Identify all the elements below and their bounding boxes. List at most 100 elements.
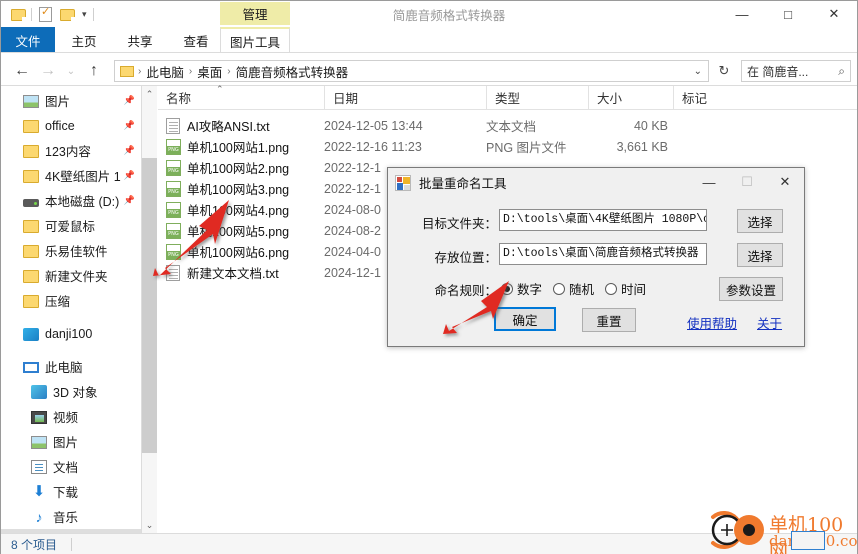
scrollbar-thumb[interactable] — [142, 158, 157, 453]
breadcrumb-item-2[interactable]: 简鹿音频格式转换器 — [233, 62, 352, 81]
column-header-tag[interactable]: 标记 — [673, 86, 768, 109]
tab-view[interactable]: 查看 — [173, 27, 219, 53]
file-date-cell: 2024-12-05 13:44 — [324, 118, 423, 133]
back-button[interactable]: ← — [9, 59, 35, 83]
nav-item-3[interactable]: 4K壁纸图片 1 📌 — [1, 163, 141, 188]
scroll-up-button[interactable]: ⌃ — [142, 86, 157, 103]
nav-item-8[interactable]: 压缩 — [1, 288, 141, 313]
sort-ascending-icon: ⌃ — [216, 84, 224, 94]
pin-icon[interactable]: 📌 — [124, 145, 135, 156]
folder-icon — [23, 220, 39, 233]
tab-home[interactable]: 主页 — [61, 27, 107, 53]
target-folder-input[interactable]: D:\tools\桌面\4K壁纸图片 1080P\out — [499, 209, 707, 231]
pin-icon[interactable]: 📌 — [124, 195, 135, 206]
ok-button[interactable]: 确定 — [494, 307, 556, 331]
column-header-name[interactable]: 名称 ⌃ — [158, 84, 324, 109]
png-file-icon — [166, 222, 181, 239]
reset-button[interactable]: 重置 — [582, 308, 636, 332]
dialog-minimize-button[interactable]: — — [690, 168, 728, 196]
tab-share[interactable]: 共享 — [117, 27, 163, 53]
file-name-label: 单机100网站6.png — [187, 246, 290, 260]
up-button[interactable]: ↑ — [81, 59, 107, 83]
breadcrumb-sep-1: › — [188, 65, 193, 77]
naming-rule-label: 命名规则： — [434, 284, 497, 298]
nav-item-7[interactable]: 新建文件夹 — [1, 263, 141, 288]
maximize-button[interactable]: □ — [765, 1, 811, 27]
dialog-body: 目标文件夹： D:\tools\桌面\4K壁纸图片 1080P\out 选择 存… — [389, 197, 803, 345]
png-file-icon — [166, 243, 181, 260]
contextual-tab-manage[interactable]: 管理 — [220, 2, 290, 25]
save-location-input[interactable]: D:\tools\桌面\简鹿音频格式转换器 — [499, 243, 707, 265]
column-header-type[interactable]: 类型 — [486, 86, 588, 109]
column-header-date[interactable]: 日期 — [324, 86, 486, 109]
forward-button[interactable]: → — [35, 59, 61, 83]
navigation-pane: 图片 📌 office 📌 123内容 📌 4K壁纸图片 1 📌 本地磁盘 (D:) 📌 可爱鼠标乐… — [1, 86, 141, 534]
radio-random[interactable]: 随机 — [553, 279, 594, 298]
file-type-cell: PNG 图片文件 — [486, 141, 567, 155]
save-location-browse-button[interactable]: 选择 — [737, 243, 783, 267]
address-bar: ← → ⌄ ↑ › 此电脑 › 桌面 › 简鹿音频格式转换器 ⌄ ↻ 在 简鹿音… — [1, 57, 857, 85]
nav-item-12[interactable]: 视频 — [1, 404, 141, 429]
pin-icon[interactable]: 📌 — [124, 95, 135, 106]
nav-item-11[interactable]: 3D 对象 — [1, 379, 141, 404]
radio-time[interactable]: 时间 — [605, 279, 646, 298]
dialog-maximize-button[interactable]: ☐ — [728, 168, 766, 196]
dialog-close-button[interactable]: ✕ — [766, 168, 804, 196]
nav-item-label: 4K壁纸图片 1 — [45, 170, 121, 184]
breadcrumb-item-0[interactable]: 此电脑 — [143, 62, 187, 81]
file-name-cell: 单机100网站2.png — [166, 158, 289, 177]
close-button[interactable]: ✕ — [811, 1, 857, 27]
breadcrumb-dropdown-icon[interactable]: ⌄ — [694, 66, 704, 77]
refresh-icon[interactable]: ↻ — [714, 61, 734, 81]
target-folder-browse-button[interactable]: 选择 — [737, 209, 783, 233]
pin-icon[interactable]: 📌 — [124, 120, 135, 131]
nav-item-6[interactable]: 乐易佳软件 — [1, 238, 141, 263]
documents-icon — [31, 460, 47, 474]
file-size-cell: 3,661 KB — [616, 139, 668, 154]
breadcrumb[interactable]: › 此电脑 › 桌面 › 简鹿音频格式转换器 ⌄ — [114, 60, 709, 82]
pictures-icon — [31, 436, 47, 449]
folder-icon[interactable] — [9, 5, 27, 23]
properties-icon[interactable] — [36, 5, 54, 23]
tab-file[interactable]: 文件 — [1, 27, 55, 53]
breadcrumb-item-1[interactable]: 桌面 — [194, 62, 225, 81]
usage-help-link[interactable]: 使用帮助 — [687, 313, 737, 332]
folder-icon — [23, 145, 39, 158]
nav-item-15[interactable]: ⬇ 下载 — [1, 479, 141, 504]
minimize-button[interactable]: — — [719, 1, 765, 27]
new-folder-icon[interactable] — [58, 5, 76, 23]
nav-item-label: 下载 — [53, 486, 79, 500]
file-date-cell: 2022-12-1 — [324, 160, 381, 175]
nav-item-14[interactable]: 文档 — [1, 454, 141, 479]
nav-item-10[interactable]: 此电脑 — [1, 354, 141, 379]
parameter-settings-button[interactable]: 参数设置 — [719, 277, 783, 301]
tab-picture-tools[interactable]: 图片工具 — [220, 27, 290, 53]
column-header-size[interactable]: 大小 — [588, 86, 673, 109]
nav-item-2[interactable]: 123内容 📌 — [1, 138, 141, 163]
nav-item-label: 图片 — [53, 436, 79, 450]
table-row[interactable]: AI攻略ANSI.txt 2024-12-05 13:44 文本文档 40 KB — [158, 115, 857, 136]
nav-scrollbar[interactable]: ⌃ ⌄ — [142, 86, 157, 534]
search-input[interactable]: 在 简鹿音... ⌕ — [741, 60, 851, 82]
nav-item-5[interactable]: 可爱鼠标 — [1, 213, 141, 238]
file-name-cell: 单机100网站3.png — [166, 179, 289, 198]
nav-item-label: 本地磁盘 (D:) — [45, 195, 120, 209]
nav-item-16[interactable]: ♪ 音乐 — [1, 504, 141, 529]
nav-item-4[interactable]: 本地磁盘 (D:) 📌 — [1, 188, 141, 213]
file-name-label: 单机100网站2.png — [187, 162, 290, 176]
about-link[interactable]: 关于 — [757, 313, 782, 332]
nav-item-13[interactable]: 图片 — [1, 429, 141, 454]
radio-number[interactable]: 数字 — [501, 279, 542, 298]
nav-item-1[interactable]: office 📌 — [1, 113, 141, 138]
title-bar: ▾ 管理 简鹿音频格式转换器 — □ ✕ — [1, 1, 857, 27]
png-file-icon — [166, 138, 181, 155]
qat-divider-2 — [92, 7, 94, 21]
nav-item-0[interactable]: 图片 📌 — [1, 88, 141, 113]
scroll-down-button[interactable]: ⌄ — [142, 517, 157, 534]
breadcrumb-sep-0: › — [138, 65, 142, 77]
table-row[interactable]: 单机100网站1.png 2022-12-16 11:23 PNG 图片文件 3,66… — [158, 136, 857, 157]
pin-icon[interactable]: 📌 — [124, 170, 135, 181]
customize-qat-caret-icon[interactable]: ▾ — [80, 9, 89, 20]
recent-locations-icon[interactable]: ⌄ — [61, 59, 81, 83]
nav-item-9[interactable]: danji100 — [1, 321, 141, 346]
